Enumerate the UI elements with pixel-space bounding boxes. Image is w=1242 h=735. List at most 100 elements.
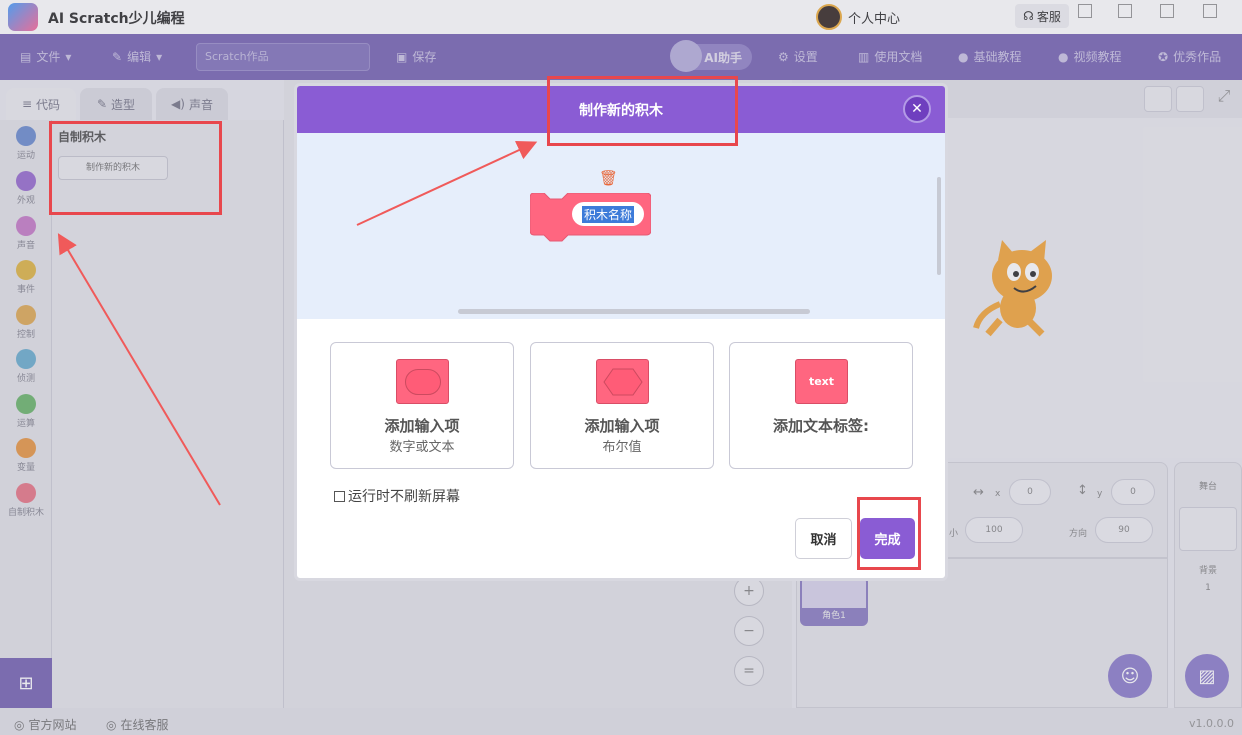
category-dot-icon <box>16 305 36 325</box>
block-name-text: 积木名称 <box>581 205 634 223</box>
file-menu[interactable]: ▤ 文件 ▾ <box>20 48 71 65</box>
category-dot-icon <box>16 394 36 414</box>
add-number-text-input-option[interactable]: 添加输入项 数字或文本 <box>330 342 514 469</box>
window-minimize-button[interactable] <box>1118 4 1132 18</box>
project-name-input[interactable]: Scratch作品 <box>196 43 370 71</box>
x-label: x <box>995 489 1001 499</box>
cat-sprite-icon <box>973 240 1052 337</box>
checkbox-label: 运行时不刷新屏幕 <box>348 489 460 505</box>
direction-input[interactable]: 90 <box>1095 517 1153 543</box>
window-close-button[interactable] <box>1203 4 1217 18</box>
cancel-button[interactable]: 取消 <box>795 518 852 559</box>
file-menu-label: 文件 <box>36 50 61 64</box>
run-without-refresh-checkbox[interactable]: 运行时不刷新屏幕 <box>334 486 460 506</box>
category-variables[interactable]: 变量 <box>0 438 52 473</box>
choose-sprite-button[interactable]: ☺ <box>1108 654 1152 698</box>
window-menu-button[interactable] <box>1078 4 1092 18</box>
chevron-down-icon: ▾ <box>156 49 163 64</box>
y-input[interactable]: 0 <box>1111 479 1155 505</box>
service-button[interactable]: ☊ 客服 <box>1015 4 1069 28</box>
lightbulb-icon: ● <box>1058 49 1069 64</box>
tab-costumes[interactable]: ✎ 造型 <box>80 88 152 120</box>
online-service-label: 在线客服 <box>120 718 169 732</box>
preview-horizontal-scrollbar[interactable] <box>458 309 810 314</box>
choose-backdrop-button[interactable]: ▨ <box>1185 654 1229 698</box>
tab-sounds-label: 声音 <box>188 97 213 112</box>
trash-icon[interactable]: 🗑 <box>599 169 618 187</box>
user-center-button[interactable]: 个人中心 <box>816 4 900 30</box>
vertical-arrow-icon: ↕ <box>1077 483 1088 498</box>
preview-vertical-scrollbar[interactable] <box>937 177 941 275</box>
chevron-down-icon: ▾ <box>65 49 72 64</box>
category-dot-icon <box>16 438 36 458</box>
save-label: 保存 <box>412 50 437 64</box>
checkbox-box[interactable] <box>334 490 345 502</box>
cat-add-icon: ☺ <box>1120 665 1140 687</box>
settings-label: 设置 <box>793 50 818 64</box>
make-block-button[interactable]: 制作新的积木 <box>58 156 168 180</box>
zoom-reset-button[interactable]: = <box>734 656 764 686</box>
category-sensing[interactable]: 侦测 <box>0 349 52 384</box>
add-boolean-input-option[interactable]: 添加输入项 布尔值 <box>530 342 714 469</box>
official-website-link[interactable]: ◎ 官方网站 <box>14 716 77 733</box>
featured-works-label: 优秀作品 <box>1173 50 1222 64</box>
brush-icon: ✎ <box>96 97 108 111</box>
settings-button[interactable]: ⚙ 设置 <box>778 48 818 65</box>
edit-menu-label: 编辑 <box>127 50 152 64</box>
image-add-icon: ▨ <box>1198 665 1216 687</box>
edit-menu[interactable]: ✎ 编辑 ▾ <box>112 48 162 65</box>
zoom-out-button[interactable]: − <box>734 616 764 646</box>
category-operators[interactable]: 运算 <box>0 394 52 429</box>
robot-icon <box>670 40 702 72</box>
category-looks[interactable]: 外观 <box>0 171 52 206</box>
block-name-input[interactable]: 积木名称 <box>572 202 644 226</box>
large-stage-button[interactable] <box>1176 86 1204 112</box>
official-website-label: 官方网站 <box>28 718 77 732</box>
online-service-link[interactable]: ◎ 在线客服 <box>106 716 169 733</box>
category-sound[interactable]: 声音 <box>0 216 52 251</box>
zoom-in-icon: + <box>743 583 755 599</box>
fullscreen-button[interactable]: ⤢ <box>1210 86 1238 112</box>
small-stage-button[interactable] <box>1144 86 1172 112</box>
tab-code[interactable]: ≡ 代码 <box>6 88 76 120</box>
basic-tutorial-button[interactable]: ● 基础教程 <box>958 48 1022 65</box>
size-label: 小 <box>949 529 959 539</box>
category-dot-icon <box>16 216 36 236</box>
video-tutorial-button[interactable]: ● 视频教程 <box>1058 48 1122 65</box>
option-title: 添加输入项 <box>384 417 460 435</box>
option-title: 添加输入项 <box>584 417 660 435</box>
stage-thumbnail[interactable] <box>1179 507 1237 551</box>
featured-works-button[interactable]: ✪ 优秀作品 <box>1158 48 1221 65</box>
add-extension-button[interactable]: ⊞ <box>0 658 52 708</box>
block-palette: 自制积木 制作新的积木 <box>52 120 284 708</box>
palette-title: 自制积木 <box>58 130 107 144</box>
window-maximize-button[interactable] <box>1160 4 1174 18</box>
category-events[interactable]: 事件 <box>0 260 52 295</box>
category-motion[interactable]: 运动 <box>0 126 52 161</box>
zoom-reset-icon: = <box>743 663 755 679</box>
docs-button[interactable]: ▥ 使用文档 <box>858 48 922 65</box>
fullscreen-icon: ⤢ <box>1217 86 1231 105</box>
speaker-icon: ◀) <box>171 97 185 111</box>
service-label: 客服 <box>1036 9 1061 24</box>
tab-sounds[interactable]: ◀) 声音 <box>156 88 228 120</box>
sprite-card[interactable]: 角色1 <box>800 576 868 626</box>
x-input[interactable]: 0 <box>1009 479 1051 505</box>
ai-helper-button[interactable]: AI助手 <box>670 40 752 72</box>
zoom-out-icon: − <box>743 623 755 639</box>
category-label: 运算 <box>16 419 35 429</box>
done-button[interactable]: 完成 <box>860 518 915 559</box>
category-dot-icon <box>16 483 36 503</box>
close-button[interactable]: ✕ <box>903 95 931 123</box>
category-dot-icon <box>16 260 36 280</box>
category-control[interactable]: 控制 <box>0 305 52 340</box>
user-center-label: 个人中心 <box>848 11 901 27</box>
hexagon-input-icon <box>596 359 649 404</box>
save-button[interactable]: ▣ 保存 <box>396 48 436 65</box>
text-label-icon-text: text <box>808 375 835 388</box>
add-text-label-option[interactable]: text 添加文本标签: <box>729 342 913 469</box>
category-my-blocks[interactable]: 自制积木 <box>0 483 52 518</box>
horizontal-arrow-icon: ↔ <box>973 485 984 500</box>
size-input[interactable]: 100 <box>965 517 1023 543</box>
option-title: 添加文本标签: <box>773 417 869 435</box>
